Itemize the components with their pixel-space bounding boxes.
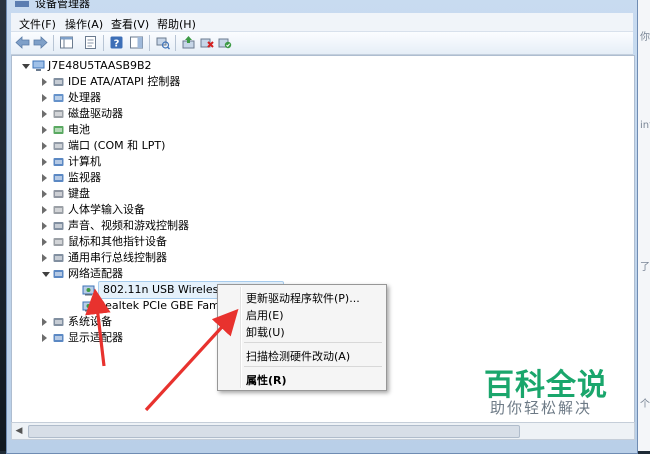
- category-item-label: 显示适配器: [68, 331, 123, 344]
- background-window: 你 inf 了 个: [636, 0, 650, 451]
- network-card-icon: [82, 301, 95, 312]
- category-item-label: 处理器: [68, 91, 101, 104]
- menu-item-properties[interactable]: 属性(R): [246, 372, 287, 388]
- battery-icon: [53, 126, 64, 134]
- properties-sheet-icon[interactable]: [83, 35, 98, 50]
- port-icon: [53, 142, 64, 150]
- scan-hardware-icon[interactable]: [155, 35, 170, 50]
- background-text: 个: [640, 399, 650, 410]
- menu-bar: 文件(F) 操作(A) 查看(V) 帮助(H): [11, 13, 633, 32]
- display-icon: [53, 334, 64, 342]
- keyboard-icon: [53, 190, 64, 198]
- title-bar[interactable]: 设备管理器: [7, 0, 637, 10]
- category-item-label: 人体学输入设备: [68, 203, 145, 216]
- toolbar-separator: [53, 35, 54, 51]
- collapse-arrow-icon[interactable]: [22, 64, 30, 69]
- expand-arrow-icon[interactable]: [42, 206, 47, 214]
- menu-item-enable[interactable]: 启用(E): [246, 307, 284, 323]
- menu-view[interactable]: 查看(V): [111, 16, 149, 32]
- expand-arrow-icon[interactable]: [42, 254, 47, 262]
- menu-file[interactable]: 文件(F): [19, 16, 56, 32]
- background-text: 你: [640, 32, 650, 43]
- toolbar-separator: [103, 35, 104, 51]
- expand-arrow-icon[interactable]: [42, 142, 47, 150]
- menu-separator: [244, 366, 382, 367]
- expand-arrow-icon[interactable]: [42, 158, 47, 166]
- expand-arrow-icon[interactable]: [42, 238, 47, 246]
- disk-icon: [53, 110, 64, 118]
- menu-gutter: [240, 287, 242, 388]
- category-item-label: IDE ATA/ATAPI 控制器: [68, 75, 181, 88]
- category-item-label: 通用串行总线控制器: [68, 251, 167, 264]
- expand-arrow-icon[interactable]: [42, 174, 47, 182]
- category-item-label: 鼠标和其他指针设备: [68, 235, 167, 248]
- update-driver-icon[interactable]: [181, 35, 196, 50]
- back-arrow-icon[interactable]: [15, 35, 30, 50]
- network-card-icon: [82, 285, 95, 296]
- category-item-label: 磁盘驱动器: [68, 107, 123, 120]
- device-manager-icon: [15, 1, 29, 7]
- expand-arrow-icon[interactable]: [42, 110, 47, 118]
- sound-icon: [53, 222, 64, 230]
- forward-arrow-icon[interactable]: [33, 35, 48, 50]
- menu-item-scan-hardware[interactable]: 扫描检测硬件改动(A): [246, 348, 350, 364]
- ide-icon: [53, 78, 64, 86]
- horizontal-scrollbar[interactable]: ◀: [11, 422, 635, 440]
- menu-action[interactable]: 操作(A): [65, 16, 103, 32]
- menu-item-uninstall[interactable]: 卸载(U): [246, 324, 285, 340]
- expand-arrow-icon[interactable]: [42, 190, 47, 198]
- hid-icon: [53, 206, 64, 214]
- menu-separator: [244, 342, 382, 343]
- scroll-left-icon[interactable]: ◀: [12, 423, 26, 439]
- expand-arrow-icon[interactable]: [42, 94, 47, 102]
- help-icon[interactable]: ?: [109, 35, 124, 50]
- expand-arrow-icon[interactable]: [42, 318, 47, 326]
- computer-icon: [32, 60, 45, 71]
- enable-device-icon[interactable]: [217, 35, 232, 50]
- system-icon: [53, 318, 64, 326]
- background-text: 了: [640, 262, 650, 273]
- category-item-label: 电池: [68, 123, 90, 136]
- expand-arrow-icon[interactable]: [42, 126, 47, 134]
- category-item-label: 端口 (COM 和 LPT): [68, 139, 166, 152]
- show-hide-pane-icon[interactable]: [129, 35, 144, 50]
- category-item-label: 系统设备: [68, 315, 112, 328]
- menu-help[interactable]: 帮助(H): [157, 16, 196, 32]
- category-item-label: 网络适配器: [68, 267, 123, 280]
- expand-arrow-icon[interactable]: [42, 78, 47, 86]
- window-title: 设备管理器: [35, 0, 90, 10]
- network-icon: [53, 270, 64, 278]
- computer-icon: [53, 158, 64, 166]
- context-menu: 更新驱动程序软件(P)... 启用(E) 卸载(U) 扫描检测硬件改动(A) 属…: [217, 284, 387, 391]
- expand-arrow-icon[interactable]: [42, 334, 47, 342]
- toolbar: ?: [11, 32, 633, 55]
- expand-arrow-icon[interactable]: [42, 222, 47, 230]
- menu-item-update-driver[interactable]: 更新驱动程序软件(P)...: [246, 290, 360, 306]
- scrollbar-thumb[interactable]: [28, 425, 520, 438]
- background-text: inf: [640, 120, 650, 131]
- category-item-label: 键盘: [68, 187, 90, 200]
- monitor-icon: [53, 174, 64, 182]
- uninstall-device-icon[interactable]: [199, 35, 214, 50]
- toolbar-separator: [175, 35, 176, 51]
- console-tree-icon[interactable]: [59, 35, 74, 50]
- toolbar-separator: [149, 35, 150, 51]
- collapse-arrow-icon[interactable]: [42, 272, 50, 277]
- mouse-icon: [53, 238, 64, 246]
- tree-root-label: J7E48U5TAASB9B2: [48, 59, 152, 72]
- svg-text:?: ?: [114, 39, 120, 50]
- watermark-subtitle: 助你轻松解决: [490, 399, 593, 417]
- category-item-label: 计算机: [68, 155, 101, 168]
- usb-icon: [53, 254, 64, 262]
- category-item-label: 声音、视频和游戏控制器: [68, 219, 189, 232]
- tree-root[interactable]: J7E48U5TAASB9B2: [22, 58, 242, 74]
- category-item-label: 监视器: [68, 171, 101, 184]
- cpu-icon: [53, 94, 64, 102]
